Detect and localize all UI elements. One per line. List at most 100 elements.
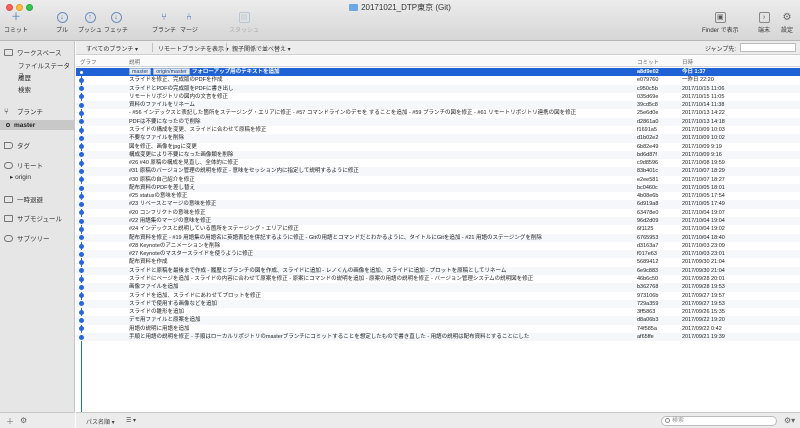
commit-row[interactable]: PDFは不要になったので削除 d2861a0 2017/10/13 14:18 — [76, 117, 800, 126]
gear-icon[interactable]: ⚙▾ — [784, 416, 795, 425]
sidebar-branches-header[interactable]: ⑂ ブランチ — [4, 106, 43, 116]
commit-hash: bc0460c — [637, 184, 658, 191]
sidebar-subtrees-header[interactable]: サブツリー — [4, 233, 50, 243]
commit-row[interactable]: 図を修正、画像をjpgに変更 6b82e49 2017/10/09 9:19 — [76, 143, 800, 151]
commit-description: - #56 インデックスと表記した箇所をステージング・エリアに修正 - #57 … — [129, 109, 634, 117]
commit-row[interactable]: スライドを追加、スライドにあわせてプロットを修正 973106b 2017/09/2… — [76, 292, 800, 300]
jump-to-input[interactable] — [740, 43, 796, 52]
commit-row[interactable]: 画像ファイルを追加 b362768 2017/09/28 19:53 — [76, 283, 800, 292]
show-in-finder-button[interactable]: ▣ Finder で表示 — [702, 12, 739, 34]
commit-row[interactable]: #25 statusの意味を修正 4b08e6b 2017/10/05 17:54 — [76, 192, 800, 200]
commit-node — [79, 326, 84, 332]
merge-button[interactable]: ⑃ マージ — [180, 12, 198, 34]
commit-row[interactable]: スライドにページを追加 - スライドの内容に合わせて原案を修正 - 原案にコマン… — [76, 275, 800, 283]
commit-row[interactable]: master origin/master フォローアップ用のテキストを追加 a8d9e… — [76, 68, 800, 77]
sidebar-workspace-header[interactable]: ワークスペース — [4, 47, 62, 57]
fetch-button[interactable]: ↓ フェッチ — [104, 12, 128, 34]
pull-button[interactable]: ↓ プル — [56, 12, 68, 34]
commit-row[interactable]: スライドと原稿を最後まで作成 - 履歴とブランチの図を作成、スライドに追加 - … — [76, 266, 800, 275]
commit-hash: b362768 — [637, 284, 659, 291]
sidebar-item-master[interactable]: master — [6, 122, 35, 129]
commit-description: 配布資料を修正 - #19 用語集の用語名に英語表記を併記するように修正 - G… — [129, 234, 634, 242]
settings-button[interactable]: ⚙ 設定 — [781, 12, 793, 34]
sidebar-stashes-header[interactable]: 一時退避 — [4, 194, 43, 204]
terminal-button[interactable]: › 端末 — [758, 12, 770, 34]
branch-button[interactable]: ⑂ ブランチ — [152, 12, 176, 34]
commit-row[interactable]: #22 用語集のマージの意味を修正 96d2d09 2017/10/04 19:04 — [76, 217, 800, 226]
list-view-icon[interactable]: ☰ ▾ — [126, 417, 136, 424]
commit-row[interactable]: #28 Keynoteのアニメーションを削除 d3163a7 2017/10/03 … — [76, 242, 800, 250]
commit-row[interactable]: #20 コンフリクトの意味を修正 63478e0 2017/10/04 19:07 — [76, 209, 800, 217]
date-column-header[interactable]: 日時 — [682, 58, 693, 66]
commit-row[interactable]: 配布資料のPDFを差し替え bc0460c 2017/10/05 18:01 — [76, 183, 800, 193]
stash-button[interactable]: ▤ スタッシュ — [229, 12, 259, 34]
commit-hash: e079760 — [637, 77, 659, 84]
gear-icon[interactable]: ⚙ — [20, 416, 27, 425]
commit-message: スライドで使用する画像などを追加 — [129, 300, 218, 307]
commit-hash: d1b02e2 — [637, 135, 659, 142]
commit-row[interactable]: - #56 インデックスと表記した箇所をステージング・エリアに修正 - #57 … — [76, 109, 800, 117]
commit-message: 画像ファイルを追加 — [129, 284, 179, 291]
commit-description: PDFは不要になったので削除 — [129, 118, 634, 126]
commit-node — [79, 177, 84, 183]
sidebar-submodules-header[interactable]: サブモジュール — [4, 213, 62, 223]
commit-row[interactable]: 不要なファイルを削除 d1b02e2 2017/10/09 10:02 — [76, 134, 800, 143]
sidebar-remotes-header[interactable]: リモート — [4, 160, 43, 170]
commit-list[interactable]: master origin/master フォローアップ用のテキストを追加 a8d9e… — [76, 68, 800, 412]
sort-order-dropdown[interactable]: 親子関係で並べ替え ▾ — [232, 44, 291, 53]
branches-filter-dropdown[interactable]: すべてのブランチ ▾ — [86, 44, 138, 53]
commit-row[interactable]: スライドで使用する画像などを追加 729a359 2017/09/27 19:53 — [76, 299, 800, 309]
commit-message: スライドを追加、スライドにあわせてプロットを修正 — [129, 292, 262, 299]
commit-date: 2017/10/08 19:59 — [682, 160, 725, 167]
commit-description: スライドを修正、完成版のPDFを作成 — [129, 76, 634, 84]
commit-row[interactable]: 配布資料を修正 - #19 用語集の用語名に英語表記を併記するように修正 - G… — [76, 233, 800, 242]
commit-description: スライドで使用する画像などを追加 — [129, 300, 634, 308]
commit-row[interactable]: 配布資料を作成 5689412 2017/09/30 21:04 — [76, 258, 800, 266]
commit-hash: 39cd5c8 — [637, 102, 658, 109]
commit-row[interactable]: 資料のファイルをリネーム 39cd5c8 2017/10/14 11:38 — [76, 101, 800, 110]
search-input[interactable]: 検索 — [661, 416, 777, 426]
commit-row[interactable]: リモートリポジトリの図内の文言を修正 035d69e 2017/10/15 11:0… — [76, 93, 800, 101]
commit-row[interactable]: #26 #40 原稿の構成を見直し、全体的に修正 c9d8596 2017/10/0… — [76, 159, 800, 167]
sidebar-tags-header[interactable]: タグ — [4, 140, 30, 150]
commit-date: 2017/10/04 19:02 — [682, 226, 725, 233]
commit-row[interactable]: #30 原稿の自己紹介を修正 e2ee581 2017/10/07 18:27 — [76, 176, 800, 184]
commit-message: #28 Keynoteのアニメーションを削除 — [129, 242, 221, 249]
commit-row[interactable]: 手順と用語の説明を修正 - 手順はローカルリポジトリのmasterブランチにコミ… — [76, 332, 800, 342]
commit-row[interactable]: 用語の説明に用語を追加 74f585a 2017/09/22 0:42 — [76, 325, 800, 333]
commit-node — [79, 193, 84, 199]
add-icon[interactable]: ＋ — [6, 416, 14, 427]
commit-row[interactable]: スライドとPDFの完成版をPDFに書き出し c950c5b 2017/10/15 1… — [76, 84, 800, 93]
commit-row[interactable]: #27 Keynoteのマスタースライドを使うように修正 f017e63 2017/… — [76, 250, 800, 259]
sidebar-item-search[interactable]: 検索 — [18, 84, 31, 94]
commit-hash: e2ee581 — [637, 176, 659, 183]
show-remote-toggle[interactable]: リモートブランチを表示 ▾ — [158, 44, 229, 53]
commit-date: 2017/09/30 21:04 — [682, 267, 725, 274]
commit-message: #23 リベースとマージの意味を修正 — [129, 201, 217, 208]
description-column-header[interactable]: 説明 — [129, 58, 140, 66]
commit-date: 2017/10/04 19:04 — [682, 218, 725, 225]
commit-message: スライドの構成を変更、スライドに合わせて原稿を修正 — [129, 126, 267, 133]
commit-date: 2017/10/09 9:19 — [682, 143, 722, 150]
graph-column-header[interactable]: グラフ — [80, 58, 97, 66]
commit-row[interactable]: スライドを修正、完成版のPDFを作成 e079760 一昨日 22:20 — [76, 76, 800, 84]
branch-tag[interactable]: origin/master — [153, 68, 190, 75]
commit-row[interactable]: デモ用ファイルと原案を追加 d8a06b3 2017/09/22 19:20 — [76, 316, 800, 325]
branch-tag[interactable]: master — [129, 68, 152, 75]
commit-row[interactable]: 構成変更により不要になった画像類を削除 bd6d87f 2017/10/09 9:1… — [76, 150, 800, 160]
commit-date: 2017/09/28 20:01 — [682, 276, 725, 282]
path-sort-dropdown[interactable]: パス名順 ▾ — [86, 417, 115, 426]
sidebar-item-origin[interactable]: ▸ origin — [10, 173, 31, 181]
sidebar-item-history[interactable]: 履歴 — [18, 72, 31, 82]
commit-message: 配布資料を作成 — [129, 259, 168, 266]
commit-row[interactable]: #31 原稿のバージョン管理の説明を修正 - 意味をセッション内に指定して説明す… — [76, 167, 800, 176]
commit-row[interactable]: #23 リベースとマージの意味を修正 6d919a8 2017/10/05 17:4… — [76, 200, 800, 209]
commit-message: - #56 インデックスと表記した箇所をステージング・エリアに修正 - #57 … — [129, 110, 577, 117]
push-button[interactable]: ↑ プッシュ — [78, 12, 102, 34]
commit-column-header[interactable]: コミット — [637, 58, 659, 66]
commit-button[interactable]: ＋コミット — [4, 12, 28, 34]
commit-row[interactable]: #24 インデックスと説明している箇所をステージング・エリアに修正 6f1125 2… — [76, 225, 800, 233]
commit-row[interactable]: スライドの雛形を追加 3ff5863 2017/09/26 15:35 — [76, 308, 800, 316]
monitor-icon — [4, 48, 13, 56]
commit-row[interactable]: スライドの構成を変更、スライドに合わせて原稿を修正 f1691a5 2017/10/… — [76, 126, 800, 134]
